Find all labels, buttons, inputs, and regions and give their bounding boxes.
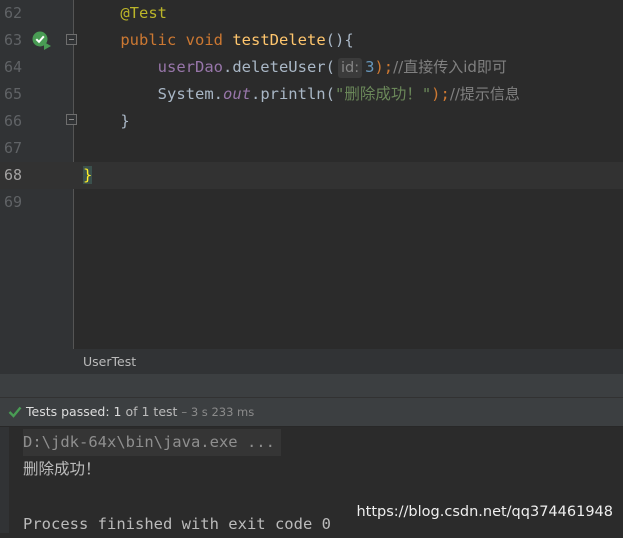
code-text: } — [83, 108, 130, 135]
line-number: 67 — [3, 139, 22, 157]
fold-collapse-icon[interactable] — [66, 34, 77, 45]
closing-brace: } — [120, 112, 130, 130]
code-text: public void testDelete(){ — [83, 27, 354, 54]
code-text: } — [83, 162, 93, 189]
run-toolbar — [0, 374, 623, 397]
class-system: System. — [157, 85, 223, 103]
code-line-62: 62 @Test — [0, 0, 623, 27]
total-tests: of 1 test — [125, 404, 178, 419]
code-comment: //直接传入id即可 — [393, 58, 507, 76]
call-close: ); — [431, 85, 450, 103]
test-result-label: Tests passed: 1 of 1 test – 3 s 233 ms — [26, 398, 254, 426]
annotation-text: @Test — [120, 4, 167, 22]
code-line-68: 68 } — [0, 162, 623, 189]
passed-count: 1 — [113, 404, 122, 419]
string-literal: "删除成功！" — [334, 85, 432, 103]
matched-brace: } — [83, 166, 93, 184]
fold-end-icon[interactable] — [66, 114, 77, 125]
watermark-url: https://blog.csdn.net/qq374461948 — [356, 504, 613, 520]
method-parens: (){ — [325, 31, 354, 49]
call-close: ); — [374, 58, 394, 76]
code-text: userDao.deleteUser(id: 3);//直接传入id即可 — [83, 54, 507, 81]
check-icon — [8, 406, 22, 418]
method-call: .println( — [250, 85, 335, 103]
code-line-63: 63 public void testDelete(){ — [0, 27, 623, 54]
method-call: .deleteUser( — [222, 58, 335, 76]
code-text: System.out.println("删除成功！");//提示信息 — [83, 81, 520, 108]
test-status-bar: Tests passed: 1 of 1 test – 3 s 233 ms — [0, 397, 623, 426]
code-comment: //提示信息 — [449, 85, 520, 103]
line-number: 69 — [3, 193, 22, 211]
keyword-void: void — [185, 31, 223, 49]
field-userDao: userDao — [157, 58, 223, 76]
line-number: 68 — [3, 166, 22, 184]
keyword-public: public — [120, 31, 177, 49]
line-number: 64 — [3, 58, 22, 76]
elapsed-time: – 3 s 233 ms — [181, 405, 255, 419]
console-exit-line: Process finished with exit code 0 — [23, 515, 331, 533]
breadcrumb-class[interactable]: UserTest — [83, 349, 136, 374]
line-number: 63 — [3, 31, 22, 49]
run-test-icon[interactable] — [31, 30, 53, 52]
breadcrumb: UserTest — [0, 349, 623, 374]
console-gutter — [0, 427, 9, 533]
code-line-66: 66 } — [0, 108, 623, 135]
line-number: 65 — [3, 85, 22, 103]
method-name: testDelete — [232, 31, 326, 49]
code-line-69: 69 — [0, 189, 623, 216]
field-out: out — [222, 85, 251, 103]
console-command-line[interactable]: D:\jdk-64x\bin\java.exe ... — [23, 429, 281, 456]
code-line-65: 65 System.out.println("删除成功！");//提示信息 — [0, 81, 623, 108]
console-output-line: 删除成功！ — [23, 460, 101, 478]
status-prefix: Tests passed: — [26, 404, 110, 419]
line-number: 66 — [3, 112, 22, 130]
code-text: @Test — [83, 0, 167, 27]
parameter-hint: id: — [337, 58, 363, 78]
line-number: 62 — [3, 4, 22, 22]
code-editor[interactable]: 62 @Test 63 public void testDelete(){ 64… — [0, 0, 623, 349]
code-line-64: 64 userDao.deleteUser(id: 3);//直接传入id即可 — [0, 54, 623, 81]
code-line-67: 67 — [0, 135, 623, 162]
